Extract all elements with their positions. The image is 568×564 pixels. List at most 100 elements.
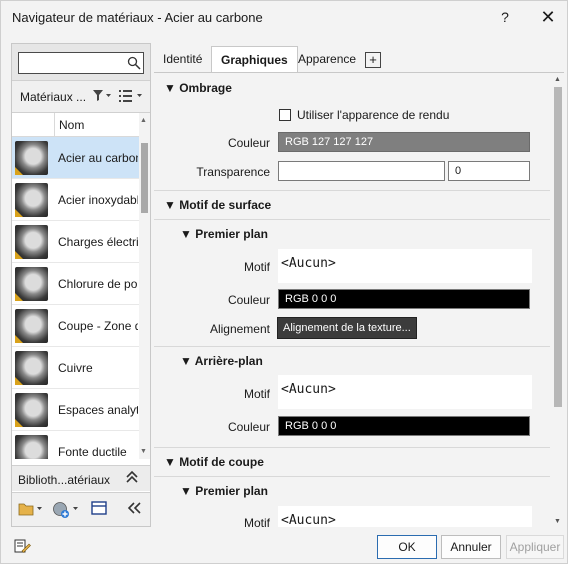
- use-render-appearance-checkbox[interactable]: [279, 109, 291, 121]
- alignment-label: Alignement: [209, 322, 270, 336]
- column-divider: [54, 113, 55, 137]
- shading-color-field[interactable]: RGB 127 127 127: [278, 132, 530, 152]
- material-thumbnail: [15, 225, 48, 259]
- surface-foreground-color[interactable]: RGB 0 0 0: [278, 289, 530, 309]
- collapse-icon[interactable]: ▼: [180, 227, 195, 241]
- surface-background-header[interactable]: ▼ Arrière-plan: [180, 354, 263, 368]
- apply-button[interactable]: Appliquer: [506, 535, 564, 559]
- section-surface-pattern[interactable]: ▼ Motif de surface: [164, 198, 271, 212]
- material-thumbnail: [15, 183, 48, 217]
- surface-foreground-header[interactable]: ▼ Premier plan: [180, 227, 268, 241]
- color-label: Couleur: [227, 293, 270, 307]
- color-label: Couleur: [227, 420, 270, 434]
- title-bar: Navigateur de matériaux - Acier au carbo…: [1, 1, 567, 35]
- panel-toggle-icon[interactable]: [91, 501, 107, 519]
- scroll-up-icon[interactable]: ▲: [554, 76, 561, 83]
- list-item[interactable]: Coupe - Zone de coupe: [12, 305, 139, 347]
- list-item[interactable]: Acier inoxydable: [12, 179, 139, 221]
- surface-background-pattern[interactable]: <Aucun>: [278, 375, 532, 409]
- material-name: Fonte ductile: [58, 445, 127, 459]
- cut-foreground-header[interactable]: ▼ Premier plan: [180, 484, 268, 498]
- list-item[interactable]: Espaces analytiques: [12, 389, 139, 431]
- collapse-icon[interactable]: ▼: [164, 455, 179, 469]
- pattern-label: Motif: [243, 387, 270, 401]
- library-dropdown[interactable]: Matériaux ...: [20, 90, 86, 104]
- scroll-down-icon[interactable]: ▼: [140, 448, 147, 455]
- material-thumbnail: [15, 267, 48, 301]
- texture-alignment-button[interactable]: Alignement de la texture...: [277, 317, 417, 339]
- list-item[interactable]: Acier au carbone: [12, 137, 139, 179]
- section-shading[interactable]: ▼ Ombrage: [164, 81, 232, 95]
- collapse-panel-icon[interactable]: [126, 501, 142, 519]
- material-thumbnail: [15, 141, 48, 175]
- section-title: Motif de surface: [179, 198, 272, 212]
- close-button[interactable]: ✕: [538, 7, 558, 27]
- tab-graphiques[interactable]: Graphiques: [211, 46, 298, 72]
- library-footer-label: Biblioth...atériaux: [18, 473, 111, 487]
- pattern-label: Motif: [243, 260, 270, 274]
- search-bar: [12, 44, 150, 81]
- tab-identite[interactable]: Identité: [154, 46, 211, 72]
- scroll-up-icon[interactable]: ▲: [140, 117, 147, 124]
- help-button[interactable]: ?: [497, 7, 513, 27]
- section-title: Ombrage: [179, 81, 232, 95]
- list-item[interactable]: Cuivre: [12, 347, 139, 389]
- subsection-title: Premier plan: [195, 227, 268, 241]
- collapse-icon[interactable]: ▼: [180, 354, 195, 368]
- graphics-scrollbar[interactable]: ▲ ▼: [552, 73, 564, 527]
- divider: [154, 190, 550, 191]
- library-toolbar: Matériaux ...: [12, 81, 150, 113]
- expand-library-icon[interactable]: [125, 469, 139, 488]
- tab-apparence[interactable]: Apparence: [289, 46, 365, 72]
- library-footer: Biblioth...atériaux: [12, 465, 150, 491]
- divider: [154, 447, 550, 448]
- material-name: Acier au carbone: [58, 151, 138, 165]
- transparency-label: Transparence: [196, 165, 270, 179]
- transparency-value[interactable]: 0: [448, 161, 530, 181]
- material-thumbnail: [15, 393, 48, 427]
- material-name: Chlorure de polyvinyle: [58, 277, 138, 291]
- surface-background-color[interactable]: RGB 0 0 0: [278, 416, 530, 436]
- subsection-title: Arrière-plan: [194, 354, 263, 368]
- surface-foreground-pattern[interactable]: <Aucun>: [278, 249, 532, 283]
- graphics-panel: ▼ Ombrage Utiliser l'apparence de rendu …: [154, 72, 564, 527]
- material-thumbnail: [15, 435, 48, 459]
- material-name: Charges électriques: [58, 235, 138, 249]
- tab-bar: Identité Graphiques Apparence +: [154, 46, 564, 72]
- window-title: Navigateur de matériaux - Acier au carbo…: [12, 10, 263, 25]
- divider: [154, 219, 550, 220]
- search-input[interactable]: [18, 52, 144, 74]
- shading-color-label: Couleur: [227, 136, 270, 150]
- scroll-thumb[interactable]: [554, 87, 562, 407]
- ok-button[interactable]: OK: [377, 535, 437, 559]
- search-icon[interactable]: [127, 56, 141, 70]
- collapse-icon[interactable]: ▼: [180, 484, 195, 498]
- transparency-slider[interactable]: [278, 161, 445, 181]
- divider: [154, 346, 550, 347]
- cut-foreground-pattern[interactable]: <Aucun>: [278, 506, 532, 527]
- list-view-icon[interactable]: [118, 89, 144, 105]
- column-header: Nom: [12, 113, 139, 137]
- divider: [154, 476, 550, 477]
- list-item[interactable]: Fonte ductile: [12, 431, 139, 459]
- list-item[interactable]: Charges électriques: [12, 221, 139, 263]
- filter-icon[interactable]: [92, 89, 112, 105]
- materials-scrollbar[interactable]: ▲ ▼: [139, 113, 150, 459]
- section-title: Motif de coupe: [179, 455, 264, 469]
- open-library-icon[interactable]: [18, 501, 44, 519]
- dialog-footer: OK Annuler Appliquer: [1, 531, 567, 563]
- scroll-thumb[interactable]: [141, 143, 148, 213]
- create-material-icon[interactable]: [52, 501, 82, 519]
- section-cut-pattern[interactable]: ▼ Motif de coupe: [164, 455, 264, 469]
- list-item[interactable]: Chlorure de polyvinyle: [12, 263, 139, 305]
- material-browser-window: Navigateur de matériaux - Acier au carbo…: [0, 0, 568, 564]
- material-name: Cuivre: [58, 361, 93, 375]
- scroll-down-icon[interactable]: ▼: [554, 518, 561, 525]
- collapse-icon[interactable]: ▼: [164, 198, 179, 212]
- collapse-icon[interactable]: ▼: [164, 81, 179, 95]
- add-tab-button[interactable]: +: [365, 52, 381, 68]
- column-name-header[interactable]: Nom: [59, 118, 84, 132]
- cancel-button[interactable]: Annuler: [441, 535, 501, 559]
- edit-document-icon[interactable]: [13, 537, 31, 559]
- materials-list: Acier au carbone Acier inoxydable Charge…: [12, 137, 139, 459]
